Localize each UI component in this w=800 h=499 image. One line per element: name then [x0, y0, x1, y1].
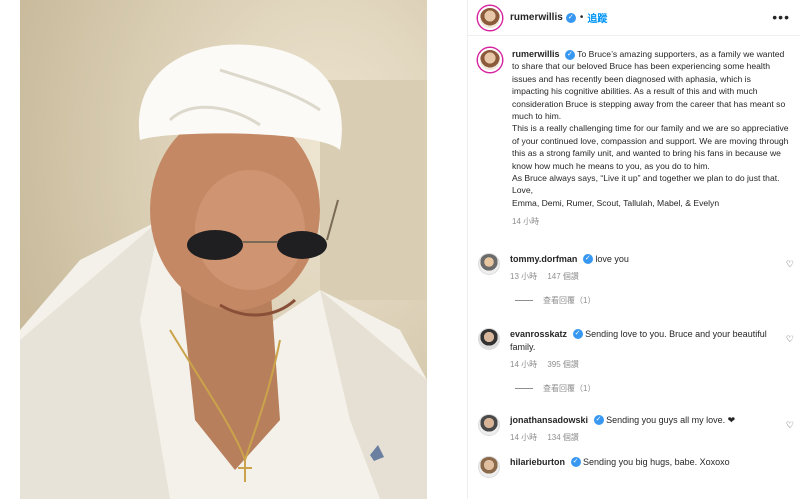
caption-body: rumerwillis ✓ To Bruce’s amazing support… — [512, 48, 790, 229]
comment-body: tommy.dorfman ✓ love you 13 小時 147 個讚 — [510, 253, 780, 283]
follow-button[interactable]: 追蹤 — [587, 10, 607, 25]
replies-divider — [515, 387, 533, 389]
comment-time[interactable]: 14 小時 — [510, 433, 537, 442]
comment-item: tommy.dorfman ✓ love you 13 小時 147 個讚 ♡ — [468, 252, 800, 283]
avatar[interactable] — [478, 455, 500, 478]
comment-username[interactable]: hilarieburton — [510, 457, 565, 467]
view-replies-button[interactable]: 查看回覆（1） — [515, 295, 800, 306]
comment-item: evanrosskatz ✓ Sending love to you. Bruc… — [468, 327, 800, 371]
caption-text-line: As Bruce always says, “Live it up” and t… — [512, 173, 780, 184]
heart-outline-icon[interactable]: ♡ — [786, 259, 794, 270]
post-details-panel: rumerwillis ✓ • 追蹤 ••• rumerwillis ✓ To … — [467, 0, 800, 499]
view-replies-label: 查看回覆（1） — [543, 295, 596, 305]
post-caption: rumerwillis ✓ To Bruce’s amazing support… — [468, 36, 800, 229]
verified-badge-icon: ✓ — [582, 254, 593, 265]
caption-text-line: To Bruce’s amazing supporters, as a fami… — [512, 49, 786, 122]
comment-text: Sending you big hugs, babe. Xoxoxo — [583, 456, 730, 467]
replies-divider — [515, 299, 533, 301]
avatar[interactable] — [478, 5, 502, 30]
header-username[interactable]: rumerwillis — [510, 12, 563, 23]
comment-time[interactable]: 13 小時 — [510, 272, 537, 281]
comment-meta: 14 小時 134 個讚 — [510, 431, 780, 444]
caption-text-line: Emma, Demi, Rumer, Scout, Tallulah, Mabe… — [512, 197, 720, 208]
verified-badge-icon: ✓ — [565, 12, 576, 23]
post-media-area — [0, 0, 467, 499]
comment-body: hilarieburton ✓ Sending you big hugs, ba… — [510, 456, 780, 478]
heart-outline-icon[interactable]: ♡ — [786, 334, 794, 345]
comment-item: jonathansadowski ✓ Sending you guys all … — [468, 413, 800, 444]
more-options-icon[interactable]: ••• — [772, 9, 790, 25]
comment-username[interactable]: jonathansadowski — [510, 415, 588, 425]
avatar[interactable] — [478, 252, 500, 275]
comment-body: jonathansadowski ✓ Sending you guys all … — [510, 414, 780, 444]
avatar[interactable] — [478, 48, 502, 72]
verified-badge-icon: ✓ — [572, 329, 583, 340]
heart-outline-icon[interactable]: ♡ — [786, 420, 794, 431]
avatar[interactable] — [478, 413, 500, 436]
caption-timestamp[interactable]: 14 小時 — [512, 216, 790, 228]
comment-username[interactable]: tommy.dorfman — [510, 254, 577, 264]
comment-item: hilarieburton ✓ Sending you big hugs, ba… — [468, 455, 800, 478]
view-replies-label: 查看回覆（1） — [543, 383, 596, 393]
comment-username[interactable]: evanrosskatz — [510, 329, 567, 339]
comment-text: love you — [595, 253, 629, 264]
verified-badge-icon: ✓ — [570, 457, 581, 468]
caption-username[interactable]: rumerwillis — [512, 49, 560, 59]
comment-likes[interactable]: 395 個讚 — [547, 360, 579, 369]
comment-likes[interactable]: 134 個讚 — [547, 433, 579, 442]
separator-dot: • — [579, 12, 584, 23]
verified-badge-icon: ✓ — [593, 415, 604, 426]
comment-likes[interactable]: 147 個讚 — [547, 272, 579, 281]
comment-meta: 14 小時 395 個讚 — [510, 358, 780, 371]
avatar[interactable] — [478, 327, 500, 350]
verified-badge-icon: ✓ — [564, 49, 575, 60]
caption-text-line: Love, — [512, 185, 534, 196]
comment-time[interactable]: 14 小時 — [510, 360, 537, 369]
comment-text: Sending you guys all my love. ❤ — [606, 414, 736, 425]
comment-meta: 13 小時 147 個讚 — [510, 270, 780, 283]
post-photo[interactable] — [20, 0, 427, 499]
view-replies-button[interactable]: 查看回覆（1） — [515, 383, 800, 394]
caption-text-line: This is a really challenging time for ou… — [512, 123, 789, 171]
photo-illustration — [20, 0, 427, 499]
post-header: rumerwillis ✓ • 追蹤 ••• — [468, 0, 800, 36]
comment-body: evanrosskatz ✓ Sending love to you. Bruc… — [510, 328, 780, 371]
